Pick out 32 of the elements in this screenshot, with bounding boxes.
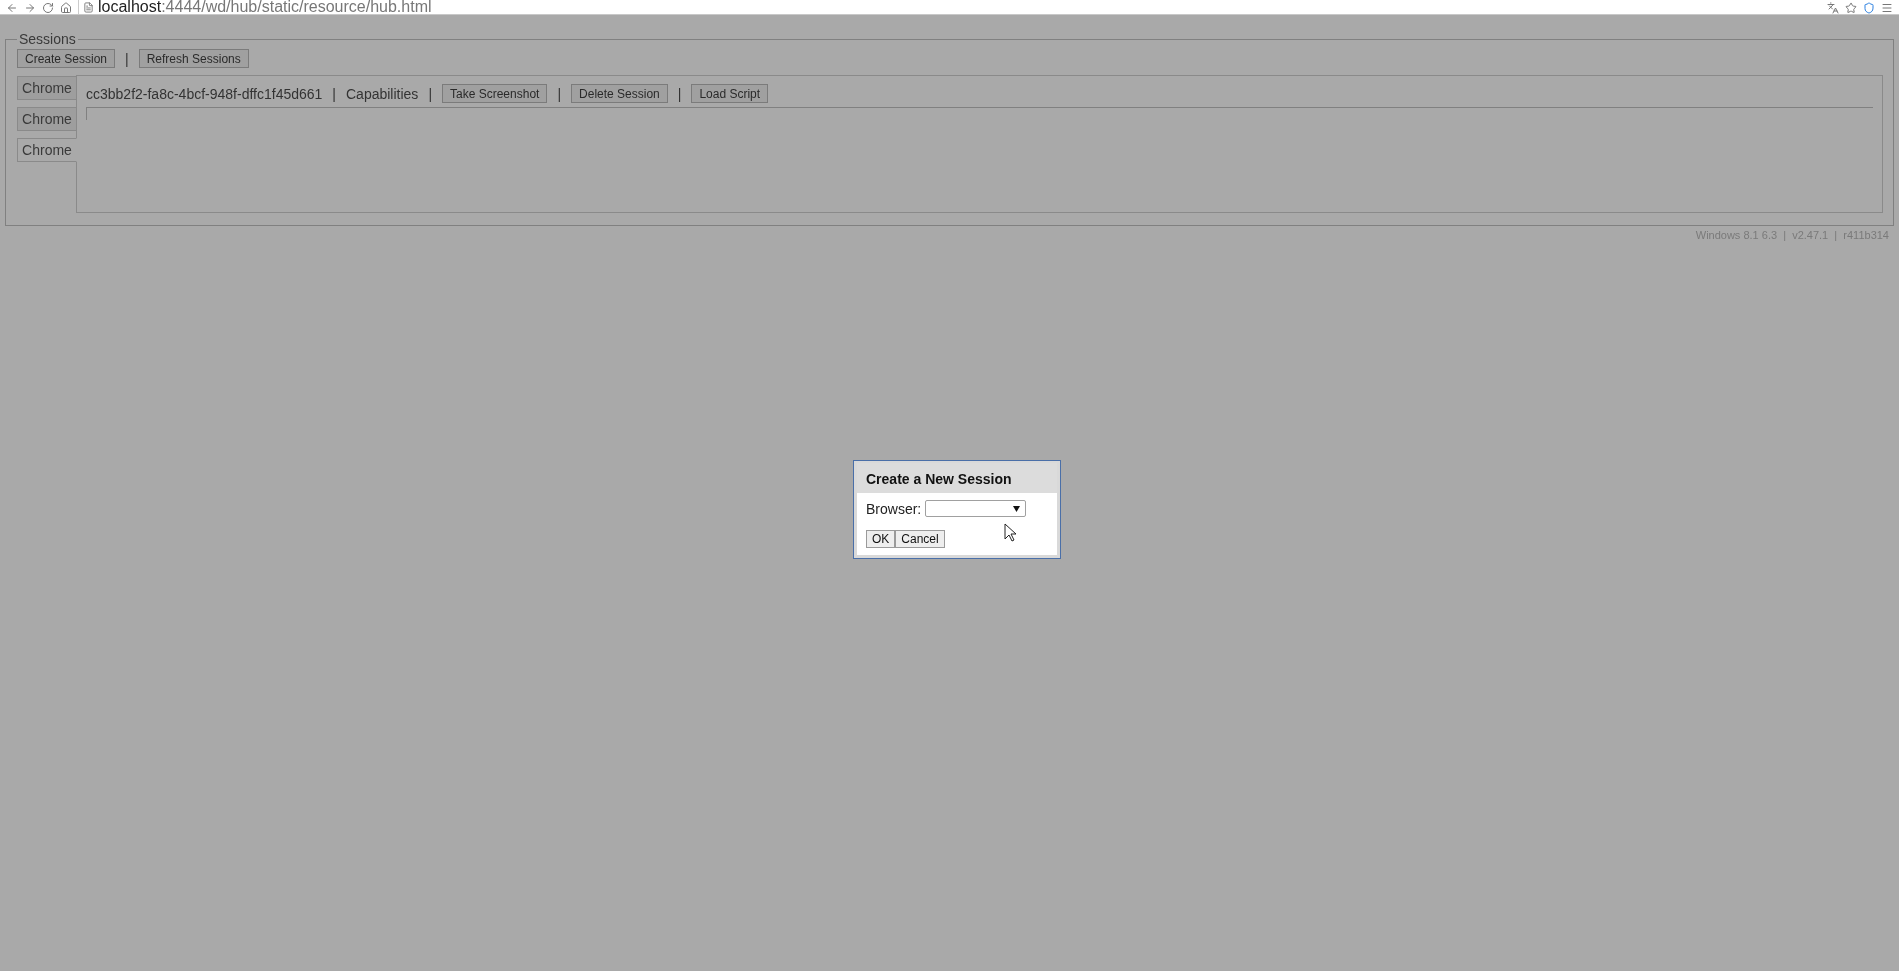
address-bar[interactable]: localhost:4444/wd/hub/static/resource/hub.html: [98, 0, 432, 14]
cursor-icon: [1004, 523, 1016, 542]
session-tab[interactable]: Chrome: [17, 107, 77, 131]
action-button[interactable]: Refresh Sessions: [138, 49, 249, 68]
sessions-legend: Sessions: [17, 31, 78, 47]
star-icon[interactable]: [1845, 2, 1857, 14]
shield-icon[interactable]: [1863, 2, 1875, 14]
session-tab[interactable]: Chrome: [17, 76, 77, 100]
action-button[interactable]: Delete Session: [571, 84, 668, 103]
reload-icon[interactable]: [42, 2, 54, 14]
back-icon[interactable]: [6, 2, 18, 14]
caret-icon: [1013, 505, 1021, 512]
action-button[interactable]: Load Script: [691, 84, 769, 103]
action-button[interactable]: Take Screenshot: [442, 84, 548, 103]
separator-text: |: [677, 85, 682, 102]
menu-icon[interactable]: [1881, 2, 1893, 14]
browser-label: Browser:: [866, 500, 922, 517]
dialog-button[interactable]: OK: [866, 530, 896, 548]
toolbar-text: Capabilities: [346, 85, 419, 102]
toolbar-text: cc3bb2f2-fa8c-4bcf-948f-dffc1f45d661: [86, 85, 323, 102]
action-button[interactable]: Create Session: [17, 49, 116, 68]
separator-text: |: [557, 85, 562, 102]
dialog-button[interactable]: Cancel: [895, 530, 945, 548]
session-tab[interactable]: Chrome: [17, 138, 77, 162]
browser-select[interactable]: [925, 500, 1027, 517]
translate-icon[interactable]: [1827, 2, 1839, 14]
separator-text: |: [125, 50, 129, 67]
separator-text: |: [332, 85, 336, 102]
forward-icon[interactable]: [24, 2, 36, 14]
page-icon: [83, 1, 94, 13]
separator-text: |: [428, 85, 432, 102]
home-icon[interactable]: [60, 2, 72, 14]
